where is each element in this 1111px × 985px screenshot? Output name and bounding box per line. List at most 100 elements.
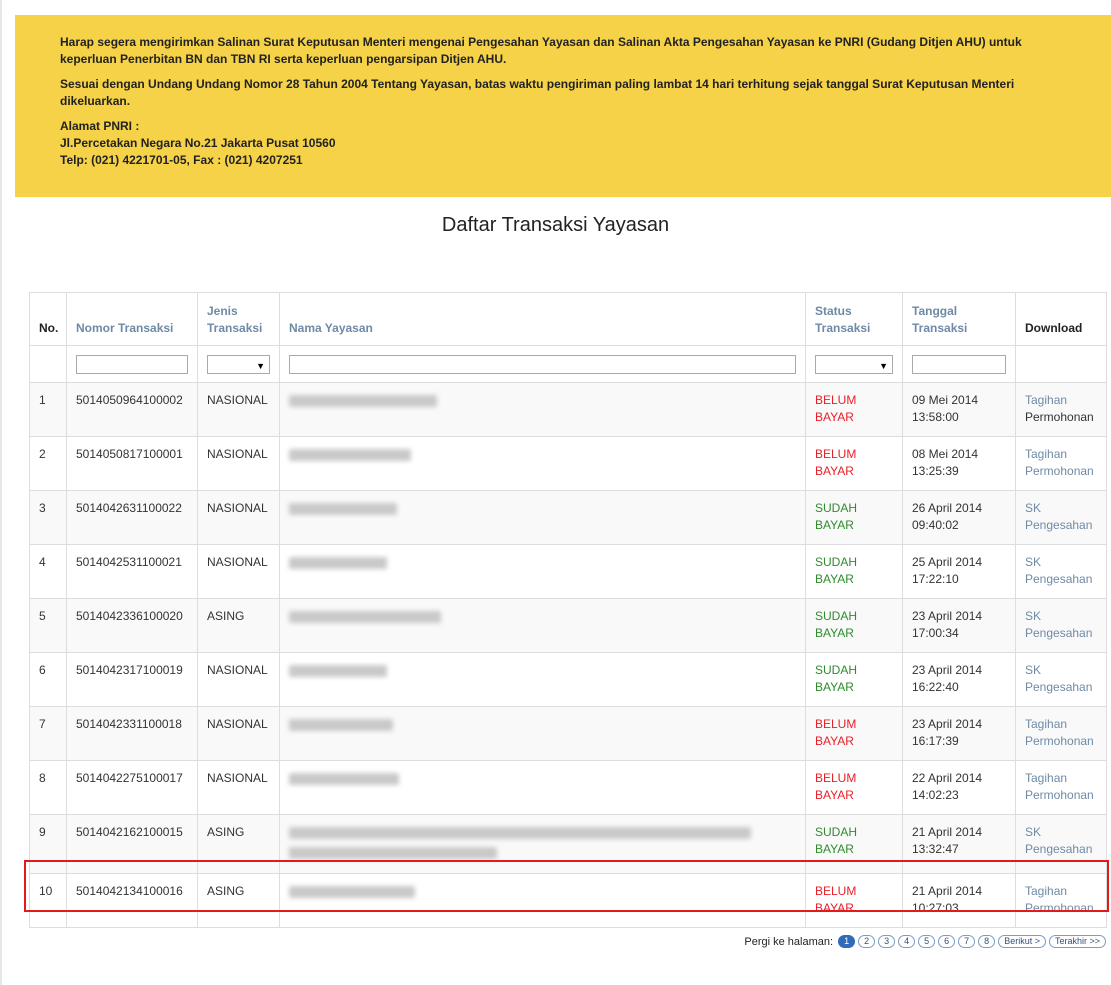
download-link-line2[interactable]: Permohonan [1025,901,1094,915]
redacted-name [289,886,415,898]
download-link-line2[interactable]: Pengesahan [1025,842,1092,856]
header-tanggal-line1: Tanggal [912,304,958,318]
cell-download: SK Pengesahan [1015,490,1107,545]
pagination-last[interactable]: Terakhir >> [1048,935,1106,948]
filter-nomor-input[interactable] [76,354,188,374]
header-status-line2: Transaksi [815,321,871,335]
pagination-page-3[interactable]: 3 [878,935,896,948]
redacted-name [289,719,393,731]
status-line2: BAYAR [815,680,854,694]
redacted-name [289,611,441,623]
cell-tanggal-transaksi: 23 April 2014 16:17:39 [902,706,1016,761]
tanggal-time: 13:58:00 [912,410,959,424]
cell-status-transaksi: SUDAH BAYAR [805,652,903,707]
pagination-page-8[interactable]: 8 [978,935,996,948]
download-link-line2[interactable]: Pengesahan [1025,518,1092,532]
tanggal-date: 22 April 2014 [912,771,983,785]
cell-download: Tagihan Permohonan [1015,382,1107,437]
header-nomor-transaksi[interactable]: Nomor Transaksi [66,292,198,346]
filter-tanggal-input[interactable] [912,354,1006,374]
download-link-line1[interactable]: SK [1025,663,1041,677]
tanggal-date: 23 April 2014 [912,609,983,623]
tanggal-time: 16:17:39 [912,734,959,748]
pagination-page-2[interactable]: 2 [858,935,876,948]
cell-download: Tagihan Permohonan [1015,760,1107,815]
download-link-line1[interactable]: SK [1025,501,1041,515]
cell-tanggal-transaksi: 21 April 2014 10:27:03 [902,873,1016,928]
status-line1: SUDAH [815,609,858,623]
header-status-transaksi[interactable]: Status Transaksi [805,292,903,346]
filter-jenis-select[interactable]: ▼ [207,354,270,374]
cell-no: 2 [29,436,67,491]
header-tanggal-transaksi[interactable]: Tanggal Transaksi [902,292,1016,346]
status-line1: SUDAH [815,501,858,515]
download-link-line1[interactable]: Tagihan [1025,717,1067,731]
header-tanggal-line2: Transaksi [912,321,968,335]
notice-paragraph-1: Harap segera mengirimkan Salinan Surat K… [60,35,1022,66]
download-link-line1[interactable]: Tagihan [1025,393,1067,407]
cell-tanggal-transaksi: 26 April 2014 09:40:02 [902,490,1016,545]
tanggal-date: 23 April 2014 [912,663,983,677]
filter-nama-input[interactable] [289,354,796,374]
tanggal-date: 21 April 2014 [912,825,983,839]
download-link-line2[interactable]: Pengesahan [1025,572,1092,586]
header-download: Download [1015,292,1107,346]
filter-cell-no [29,345,67,383]
download-link-line2[interactable]: Pengesahan [1025,626,1092,640]
cell-no: 1 [29,382,67,437]
download-link-line2[interactable]: Permohonan [1025,788,1094,802]
download-link-line2[interactable]: Permohonan [1025,410,1094,424]
cell-jenis-transaksi: NASIONAL [197,436,280,491]
download-link-line1[interactable]: Tagihan [1025,771,1067,785]
redacted-name [289,773,399,785]
cell-tanggal-transaksi: 22 April 2014 14:02:23 [902,760,1016,815]
cell-nomor-transaksi: 5014042331100018 [66,706,198,761]
dropdown-arrow-icon: ▼ [256,360,265,371]
tanggal-time: 10:27:03 [912,901,959,915]
cell-jenis-transaksi: NASIONAL [197,382,280,437]
pagination-page-6[interactable]: 6 [938,935,956,948]
cell-download: SK Pengesahan [1015,652,1107,707]
cell-nama-yayasan [279,598,806,653]
pagination-page-4[interactable]: 4 [898,935,916,948]
cell-status-transaksi: SUDAH BAYAR [805,598,903,653]
cell-no: 3 [29,490,67,545]
address-line-1: Jl.Percetakan Negara No.21 Jakarta Pusat… [60,136,336,150]
pagination-page-1[interactable]: 1 [838,935,856,948]
cell-tanggal-transaksi: 25 April 2014 17:22:10 [902,544,1016,599]
download-link-line1[interactable]: Tagihan [1025,447,1067,461]
cell-tanggal-transaksi: 08 Mei 2014 13:25:39 [902,436,1016,491]
download-link-line1[interactable]: Tagihan [1025,884,1067,898]
cell-status-transaksi: SUDAH BAYAR [805,544,903,599]
cell-status-transaksi: BELUM BAYAR [805,760,903,815]
table-row: 1 5014050964100002 NASIONAL BELUM BAYAR 09 Me… [29,382,1107,437]
header-nama-yayasan[interactable]: Nama Yayasan [279,292,806,346]
download-link-line1[interactable]: SK [1025,825,1041,839]
pagination-page-7[interactable]: 7 [958,935,976,948]
dropdown-arrow-icon: ▼ [879,360,888,371]
table-row: 8 5014042275100017 NASIONAL BELUM BAYAR 22 Ap… [29,760,1107,815]
cell-nomor-transaksi: 5014050964100002 [66,382,198,437]
cell-tanggal-transaksi: 21 April 2014 13:32:47 [902,814,1016,874]
cell-nomor-transaksi: 5014042162100015 [66,814,198,874]
cell-status-transaksi: BELUM BAYAR [805,436,903,491]
header-jenis-transaksi[interactable]: Jenis Transaksi [197,292,280,346]
filter-cell-tanggal [902,345,1016,383]
pagination-page-5[interactable]: 5 [918,935,936,948]
status-line2: BAYAR [815,788,854,802]
pagination-next[interactable]: Berikut > [998,935,1046,948]
download-link-line2[interactable]: Pengesahan [1025,680,1092,694]
download-link-line1[interactable]: SK [1025,555,1041,569]
cell-no: 6 [29,652,67,707]
download-link-line2[interactable]: Permohonan [1025,464,1094,478]
cell-no: 5 [29,598,67,653]
status-line2: BAYAR [815,518,854,532]
cell-download: Tagihan Permohonan [1015,873,1107,928]
cell-status-transaksi: SUDAH BAYAR [805,814,903,874]
cell-nomor-transaksi: 5014050817100001 [66,436,198,491]
pagination: Pergi ke halaman: 12345678 Berikut > Ter… [744,935,1106,948]
download-link-line1[interactable]: SK [1025,609,1041,623]
filter-status-select[interactable]: ▼ [815,354,893,374]
cell-no: 9 [29,814,67,874]
download-link-line2[interactable]: Permohonan [1025,734,1094,748]
